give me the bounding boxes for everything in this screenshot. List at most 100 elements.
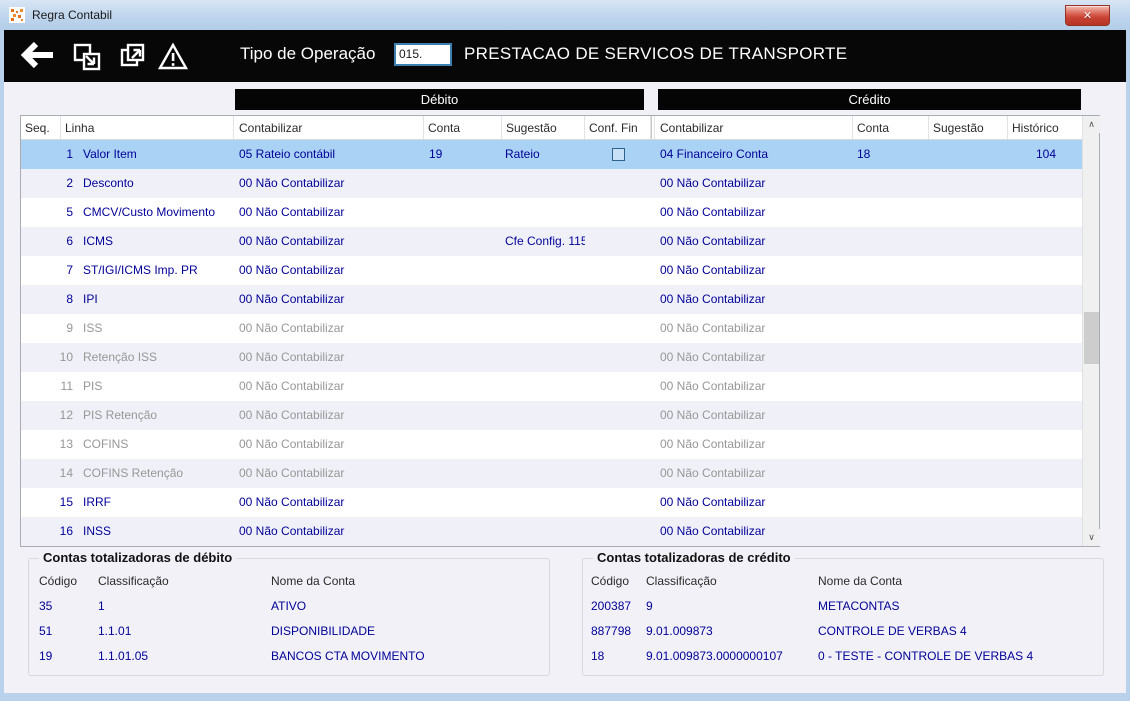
cell-d_cont: 05 Rateio contábil [239, 147, 336, 161]
cell-d_sug [502, 401, 585, 430]
debit-header-codigo: Código [39, 574, 78, 588]
cell-c_cont: 00 Não Contabilizar [660, 205, 766, 219]
cell-c_sug [929, 430, 1008, 459]
table-row[interactable]: 13 COFINS 00 Não Contabilizar 00 Não Contab… [21, 430, 1099, 459]
credit-header-codigo: Código [591, 574, 630, 588]
conf-fin-checkbox[interactable] [611, 148, 625, 161]
table-row[interactable]: 14 COFINS Retenção 00 Não Contabilizar 00 N… [21, 459, 1099, 488]
cell-d_conta [424, 343, 502, 372]
titlebar[interactable]: Regra Contabil ✕ [0, 0, 1130, 30]
cell-seq: 13 [59, 437, 73, 451]
cell-d_cont: 00 Não Contabilizar [239, 408, 345, 422]
debit-row-classificacao: 1 [98, 599, 105, 613]
cell-c_sug [929, 285, 1008, 314]
cell-hist [1008, 314, 1084, 343]
cell-c_cont: 04 Financeiro Conta [660, 147, 769, 161]
cell-d_conta [424, 372, 502, 401]
debit-totals-groupbox: Contas totalizadoras de débito Código Cl… [28, 550, 550, 676]
credit-row-classificacao: 9.01.009873.0000000107 [646, 649, 783, 663]
cell-hist [1008, 517, 1084, 546]
credit-row-codigo: 887798 [591, 624, 632, 638]
credit-band-header: Crédito [658, 89, 1081, 110]
scrollbar-thumb[interactable] [1084, 312, 1099, 364]
table-row[interactable]: 6 ICMS 00 Não Contabilizar Cfe Config. 115 0… [21, 227, 1099, 256]
send-copy-button[interactable] [72, 42, 104, 72]
column-header-historico: Histórico [1012, 121, 1059, 135]
cell-d_conta [424, 198, 502, 227]
cell-linha: COFINS [83, 437, 129, 451]
open-copy-button[interactable] [118, 42, 152, 72]
cell-seq: 16 [59, 524, 73, 538]
cell-d_sug: Cfe Config. 1150 [505, 234, 585, 248]
table-row[interactable]: 9 ISS 00 Não Contabilizar 00 Não Contabiliz… [21, 314, 1099, 343]
cell-d_conta [424, 401, 502, 430]
cell-d_sug [502, 372, 585, 401]
warning-button[interactable] [157, 42, 189, 72]
vertical-scrollbar[interactable]: ∧ ∨ [1082, 116, 1100, 546]
table-row[interactable]: 16 INSS 00 Não Contabilizar 00 Não Contabil… [21, 517, 1099, 546]
scroll-down-button[interactable]: ∨ [1083, 529, 1100, 546]
cell-c_sug [929, 314, 1008, 343]
cell-linha: ST/IGI/ICMS Imp. PR [83, 263, 198, 277]
table-row[interactable]: 2 Desconto 00 Não Contabilizar 00 Não Conta… [21, 169, 1099, 198]
column-header-credit-contabilizar: Contabilizar [655, 116, 853, 139]
table-row[interactable]: 1 Valor Item 05 Rateio contábil 19 Rateio 04 … [21, 140, 1099, 169]
operation-name: PRESTACAO DE SERVICOS DE TRANSPORTE [464, 44, 848, 63]
cell-c_conta [853, 488, 929, 517]
cell-c_sug [929, 169, 1008, 198]
debit-row-codigo: 19 [39, 649, 53, 663]
cell-c_sug [929, 517, 1008, 546]
cell-hist [1008, 256, 1084, 285]
cell-c_conta [853, 314, 929, 343]
table-row[interactable]: 12 PIS Retenção 00 Não Contabilizar 00 Não … [21, 401, 1099, 430]
cell-d_cont: 00 Não Contabilizar [239, 466, 345, 480]
cell-c_cont: 00 Não Contabilizar [660, 524, 766, 538]
cell-conf [585, 517, 651, 546]
credit-header-nome: Nome da Conta [818, 574, 903, 588]
table-row[interactable]: 10 Retenção ISS 00 Não Contabilizar 00 Não … [21, 343, 1099, 372]
cell-c_cont: 00 Não Contabilizar [660, 292, 766, 306]
cell-c_conta [853, 256, 929, 285]
table-row[interactable]: 15 IRRF 00 Não Contabilizar 00 Não Contabil… [21, 488, 1099, 517]
column-header-debit-conta: Conta [424, 116, 502, 139]
back-button[interactable] [20, 41, 56, 69]
scroll-up-button[interactable]: ∧ [1083, 116, 1100, 133]
cell-seq: 6 [66, 234, 73, 248]
column-header-debit-sugestao: Sugestão [502, 116, 585, 139]
cell-c_conta [853, 227, 929, 256]
debit-band-header: Débito [235, 89, 644, 110]
cell-conf [585, 343, 651, 372]
cell-c_cont: 00 Não Contabilizar [660, 176, 766, 190]
cell-d_cont: 00 Não Contabilizar [239, 321, 345, 335]
debit-totals-title: Contas totalizadoras de débito [39, 550, 237, 565]
cell-linha: Retenção ISS [83, 350, 158, 364]
debit-row-nome: BANCOS CTA MOVIMENTO [271, 649, 425, 663]
cell-c_cont: 00 Não Contabilizar [660, 234, 766, 248]
table-row[interactable]: 7 ST/IGI/ICMS Imp. PR 00 Não Contabilizar 0… [21, 256, 1099, 285]
credit-row-codigo: 200387 [591, 599, 632, 613]
cell-d_sug [502, 256, 585, 285]
cell-d_cont: 00 Não Contabilizar [239, 524, 345, 538]
cell-hist [1008, 488, 1084, 517]
credit-row-nome: 0 - TESTE - CONTROLE DE VERBAS 4 [818, 649, 1034, 663]
table-row[interactable]: 11 PIS 00 Não Contabilizar 00 Não Contabili… [21, 372, 1099, 401]
debit-header-classificacao: Classificação [98, 574, 169, 588]
column-header-debit-contabilizar: Contabilizar [234, 116, 424, 139]
cell-d_cont: 00 Não Contabilizar [239, 495, 345, 509]
cell-c_cont: 00 Não Contabilizar [660, 321, 766, 335]
cell-hist [1008, 430, 1084, 459]
cell-linha: IPI [83, 292, 98, 306]
cell-c_sug [929, 140, 1008, 169]
table-row[interactable]: 5 CMCV/Custo Movimento 00 Não Contabilizar… [21, 198, 1099, 227]
cell-hist [1008, 372, 1084, 401]
table-row[interactable]: 8 IPI 00 Não Contabilizar 00 Não Contabiliz… [21, 285, 1099, 314]
column-header-conf-fin: Conf. Fin [585, 116, 651, 139]
close-button[interactable]: ✕ [1065, 5, 1110, 26]
cell-d_cont: 00 Não Contabilizar [239, 176, 345, 190]
cell-c_cont: 00 Não Contabilizar [660, 350, 766, 364]
cell-conf [585, 140, 651, 169]
debit-totals-table: Código Classificação Nome da Conta 35 1 … [29, 559, 549, 669]
column-header-credit-conta: Conta [853, 116, 929, 139]
operation-code-input[interactable]: 015. [394, 43, 452, 66]
cell-seq: 7 [66, 263, 73, 277]
